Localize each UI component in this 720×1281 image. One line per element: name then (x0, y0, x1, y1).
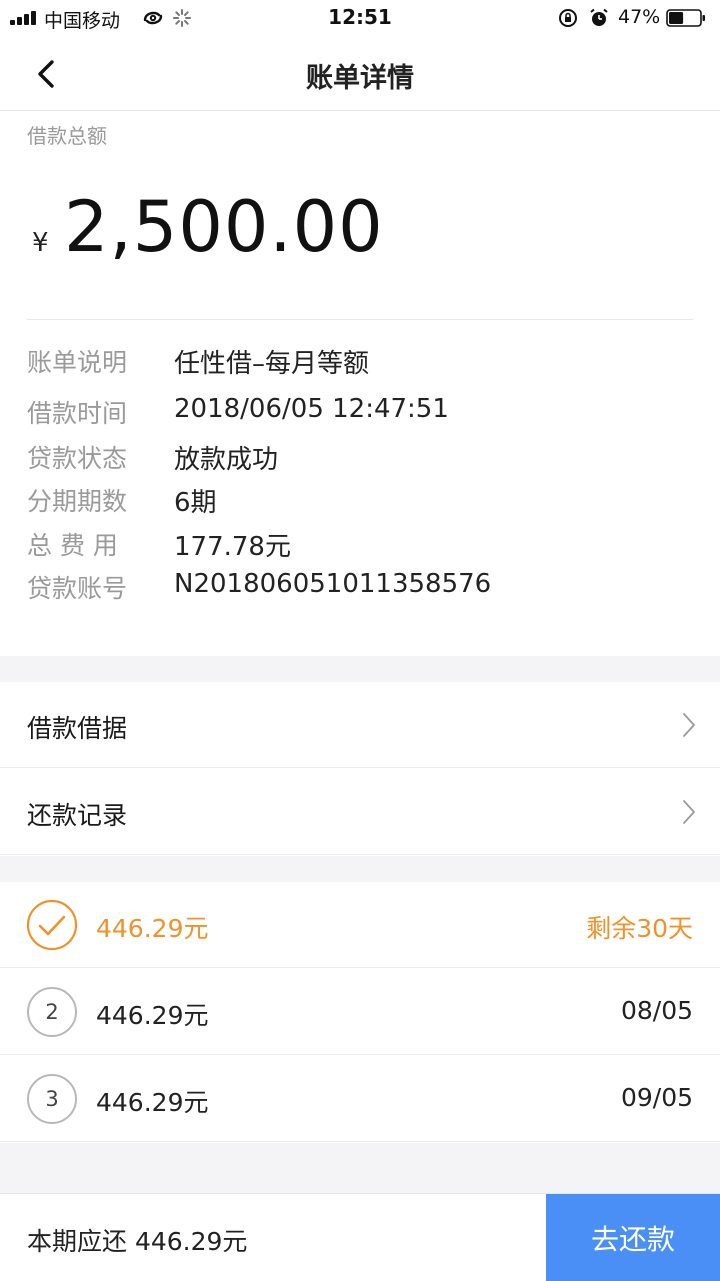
detail-row-total-fee: 总 费 用 177.78元 (0, 526, 720, 566)
detail-row-installments: 分期期数 6期 (0, 482, 720, 522)
installment-due-date: 08/05 (620, 996, 693, 1025)
total-loan-label: 借款总额 (27, 124, 107, 148)
loan-receipt-link[interactable]: 借款借据 (0, 682, 720, 768)
detail-row-description: 账单说明 任性借–每月等额 (0, 343, 720, 383)
total-loan-amount: 2,500.00 (64, 186, 384, 268)
detail-row-account-number: 贷款账号 N201806051011358576 (0, 569, 720, 609)
chevron-right-icon (683, 800, 695, 824)
navigation-bar: 账单详情 (0, 36, 720, 111)
detail-label: 贷款账号 (27, 574, 128, 603)
detail-value: 177.78元 (174, 532, 291, 562)
divider (0, 1054, 720, 1055)
rotation-lock-icon (559, 9, 577, 27)
battery-icon (666, 9, 705, 27)
installment-amount: 446.29元 (96, 914, 209, 943)
bottom-bar: 本期应还 446.29元 去还款 (0, 1193, 720, 1281)
link-label: 借款借据 (27, 714, 128, 743)
installment-row-2[interactable]: 2 446.29元 08/05 (0, 969, 720, 1055)
link-label: 还款记录 (27, 801, 128, 830)
battery-percentage: 47% (618, 6, 661, 28)
detail-label: 分期期数 (27, 487, 128, 516)
detail-row-status: 贷款状态 放款成功 (0, 439, 720, 479)
section-gap (0, 656, 720, 682)
divider (0, 854, 720, 855)
detail-label: 账单说明 (27, 348, 128, 377)
detail-label: 总 费 用 (27, 531, 118, 560)
detail-value: 2018/06/05 12:47:51 (174, 394, 449, 424)
status-bar: 中国移动 12:51 47% (0, 0, 720, 36)
days-remaining: 剩余30天 (586, 914, 693, 943)
repayment-record-link[interactable]: 还款记录 (0, 769, 720, 855)
status-time: 12:51 (328, 5, 392, 29)
installment-number-circle: 3 (27, 1074, 77, 1124)
alarm-icon (590, 8, 608, 26)
divider (0, 767, 720, 768)
repay-button[interactable]: 去还款 (546, 1194, 720, 1281)
section-gap (0, 1143, 720, 1193)
installment-amount: 446.29元 (96, 1001, 209, 1030)
divider (0, 967, 720, 968)
installment-number-circle: 2 (27, 987, 77, 1037)
page-title: 账单详情 (306, 63, 414, 94)
detail-row-loan-time: 借款时间 2018/06/05 12:47:51 (0, 394, 720, 434)
current-due-amount: 本期应还 446.29元 (27, 1227, 248, 1256)
installment-amount: 446.29元 (96, 1088, 209, 1117)
detail-label: 借款时间 (27, 399, 128, 428)
detail-value: 放款成功 (174, 445, 279, 475)
installment-due-date: 09/05 (620, 1083, 693, 1112)
detail-value: N201806051011358576 (174, 569, 492, 599)
detail-value: 任性借–每月等额 (174, 349, 370, 379)
section-gap (0, 856, 720, 882)
installment-row-current[interactable]: 446.29元 剩余30天 (0, 882, 720, 968)
divider (0, 1141, 720, 1142)
installment-row-3[interactable]: 3 446.29元 09/05 (0, 1056, 720, 1142)
installment-number: 2 (45, 1000, 58, 1024)
chevron-right-icon (683, 713, 695, 737)
installment-number: 3 (45, 1087, 58, 1111)
detail-value: 6期 (174, 488, 217, 518)
currency-symbol: ¥ (32, 228, 49, 258)
divider (27, 319, 693, 320)
check-circle-icon (26, 899, 78, 951)
detail-label: 贷款状态 (27, 444, 128, 473)
